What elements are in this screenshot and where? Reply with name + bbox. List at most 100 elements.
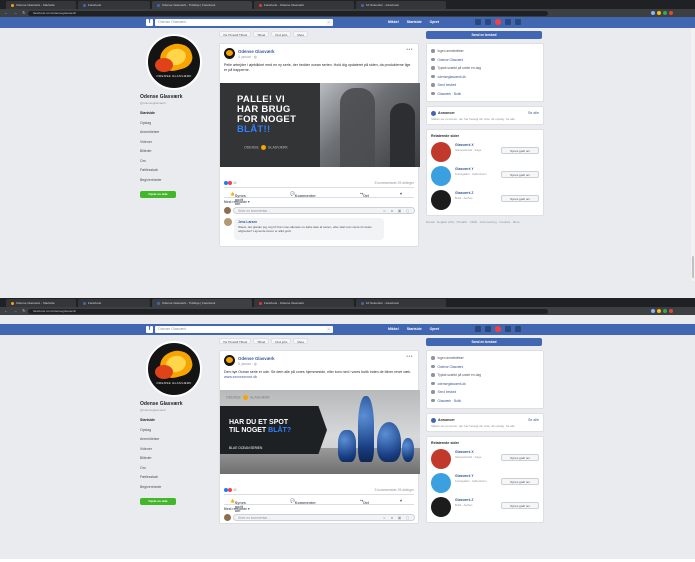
emoji-icon[interactable]: ☺ ◘ ▣ ▢ <box>383 208 411 215</box>
page-selector-icon[interactable]: ▾ <box>400 498 402 503</box>
related-page-name[interactable]: Glasværk Y <box>455 167 474 171</box>
reactions[interactable]: 40 <box>224 181 237 186</box>
post-link[interactable]: www.xxxxxxxxxxx.dk <box>224 375 257 379</box>
browser-nav-icons[interactable]: ← → ↻ <box>4 11 28 15</box>
page-avatar[interactable] <box>431 190 451 210</box>
like-button[interactable]: 👍 Synes godt om <box>230 498 246 513</box>
messenger-icon[interactable] <box>485 326 491 332</box>
about-row[interactable]: Odense Glasværk <box>431 363 539 372</box>
comment-author[interactable]: Jens Larsen <box>238 220 257 224</box>
about-row[interactable]: odenseglasvaerk.dk <box>431 380 539 389</box>
like-button[interactable]: 👍 Synes godt om <box>230 191 246 206</box>
post-author[interactable]: Odense Glasværk <box>238 356 275 361</box>
facebook-logo[interactable]: f <box>146 19 153 26</box>
browser-tab[interactable]: 10 Sekunder - Facebook <box>356 1 446 9</box>
about-row[interactable]: Glasværk · Butik <box>431 397 539 406</box>
nav-home[interactable]: Startside <box>407 327 422 331</box>
page-handle[interactable]: @odenseglasvaerk <box>140 408 214 412</box>
page-avatar[interactable] <box>431 473 451 493</box>
page-nav-item[interactable]: Anmeldelser <box>140 128 214 138</box>
related-page-name[interactable]: Glasværk Z <box>455 191 473 195</box>
page-name[interactable]: Odense Glasværk <box>140 94 214 100</box>
feed-tab[interactable]: Mere <box>293 31 309 37</box>
nav-create[interactable]: Opret <box>430 20 439 24</box>
post-avatar[interactable] <box>224 48 235 59</box>
like-page-button[interactable]: Synes godt om <box>501 147 539 154</box>
share-button[interactable]: ↪ Del <box>360 498 369 505</box>
post-avatar[interactable] <box>224 355 235 366</box>
like-page-button[interactable]: Synes godt om <box>501 502 539 509</box>
page-nav-item[interactable]: Begivenheder <box>140 176 214 186</box>
extension-icons[interactable] <box>649 309 689 313</box>
page-avatar[interactable] <box>431 142 451 162</box>
post-date[interactable]: 5. januar · ◍ <box>238 362 257 366</box>
like-page-button[interactable]: Synes godt om <box>501 478 539 485</box>
search-input[interactable]: Odense Glasværk ⌕ <box>155 19 333 26</box>
feed-tab[interactable]: Vis Tilmeldt Tilbud <box>219 31 252 37</box>
page-avatar[interactable] <box>431 497 451 517</box>
more-options-icon[interactable]: ••• <box>406 47 413 53</box>
page-avatar[interactable] <box>431 449 451 469</box>
create-page-button[interactable]: Opret en side <box>140 191 176 198</box>
extension-icons[interactable] <box>649 11 689 15</box>
page-nav-item[interactable]: Billeder <box>140 147 214 157</box>
comment-input[interactable]: Skriv en kommentar ... ☺ ◘ ▣ ▢ <box>233 207 415 214</box>
facebook-logo[interactable]: f <box>146 326 153 333</box>
feed-tab[interactable]: Vis Tilmeldt Tilbud <box>219 338 252 344</box>
help-icon[interactable] <box>505 19 511 25</box>
comment-sort[interactable]: Mest relevante ▾ <box>220 505 418 513</box>
page-nav-item[interactable]: Om <box>140 157 214 167</box>
related-page-name[interactable]: Glasværk Y <box>455 474 474 478</box>
see-all-link[interactable]: Se alle <box>528 417 539 424</box>
see-all-link[interactable]: Se alle <box>528 110 539 117</box>
url-field[interactable]: facebook.com/odenseglasvaerk/ <box>28 308 548 314</box>
comment-button[interactable]: 💬 Kommenter <box>290 498 316 505</box>
browser-tab-active[interactable]: Odense Glasværk - Tidslinje | Facebook <box>152 299 252 307</box>
menu-icon[interactable] <box>515 326 521 332</box>
feed-tab[interactable]: Tilbud <box>253 338 270 344</box>
nav-create[interactable]: Opret <box>430 327 439 331</box>
page-nav-item[interactable]: Startside <box>140 109 214 119</box>
page-nav-item[interactable]: Om <box>140 464 214 474</box>
scrollbar-thumb[interactable] <box>692 256 694 278</box>
comment-input[interactable]: Skriv en kommentar ... ☺ ◘ ▣ ▢ <box>233 514 415 521</box>
post-image[interactable]: PALLE! VI HAR BRUG FOR NOGET BLÅT!! ODEN… <box>220 83 420 167</box>
browser-tab[interactable]: Facebook <box>78 299 150 307</box>
menu-icon[interactable] <box>515 19 521 25</box>
page-avatar[interactable] <box>431 166 451 186</box>
browser-tab[interactable]: Facebook <box>78 1 150 9</box>
browser-tab[interactable]: Facebook - Odense Glasværk <box>254 1 354 9</box>
nav-profile[interactable]: Mikkel <box>388 327 399 331</box>
page-nav-item[interactable]: Fællesskab <box>140 166 214 176</box>
related-page-name[interactable]: Glasværk X <box>455 450 474 454</box>
search-icon[interactable]: ⌕ <box>326 327 332 332</box>
page-nav-item[interactable]: Billeder <box>140 454 214 464</box>
page-nav-item[interactable]: Opslag <box>140 119 214 129</box>
page-avatar[interactable]: ODENSE GLASVÆRK <box>146 341 202 397</box>
related-page-name[interactable]: Glasværk Z <box>455 498 473 502</box>
post-author[interactable]: Odense Glasværk <box>238 49 275 54</box>
page-nav-item[interactable]: Videoer <box>140 138 214 148</box>
search-input[interactable]: Odense Glasværk ⌕ <box>155 326 333 333</box>
share-button[interactable]: ↪ Del <box>360 191 369 198</box>
like-page-button[interactable]: Synes godt om <box>501 171 539 178</box>
nav-home[interactable]: Startside <box>407 20 422 24</box>
page-handle[interactable]: @odenseglasvaerk <box>140 101 214 105</box>
feed-tab[interactable]: Find jobs <box>271 31 292 37</box>
reactions[interactable]: 40 <box>224 488 237 493</box>
browser-tab[interactable]: 10 Sekunder - Facebook <box>356 299 446 307</box>
feed-tab[interactable]: Mere <box>293 338 309 344</box>
page-nav-item[interactable]: Opslag <box>140 426 214 436</box>
more-options-icon[interactable]: ••• <box>406 354 413 360</box>
page-name[interactable]: Odense Glasværk <box>140 401 214 407</box>
post-image[interactable]: ODENSE GLASVÆRK HAR DU ET SPOT TIL NOGET … <box>220 390 420 474</box>
about-row[interactable]: Odense Glasværk <box>431 56 539 65</box>
browser-tab-active[interactable]: Odense Glasværk - Tidslinje | Facebook <box>152 1 252 9</box>
send-message-button[interactable]: Send en besked <box>426 338 542 346</box>
related-page-name[interactable]: Glasværk X <box>455 143 474 147</box>
send-message-button[interactable]: Send en besked <box>426 31 542 39</box>
post-date[interactable]: 4. januar · ◍ <box>238 55 257 59</box>
help-icon[interactable] <box>505 326 511 332</box>
friends-icon[interactable] <box>475 19 481 25</box>
notifications-icon[interactable] <box>495 326 501 332</box>
